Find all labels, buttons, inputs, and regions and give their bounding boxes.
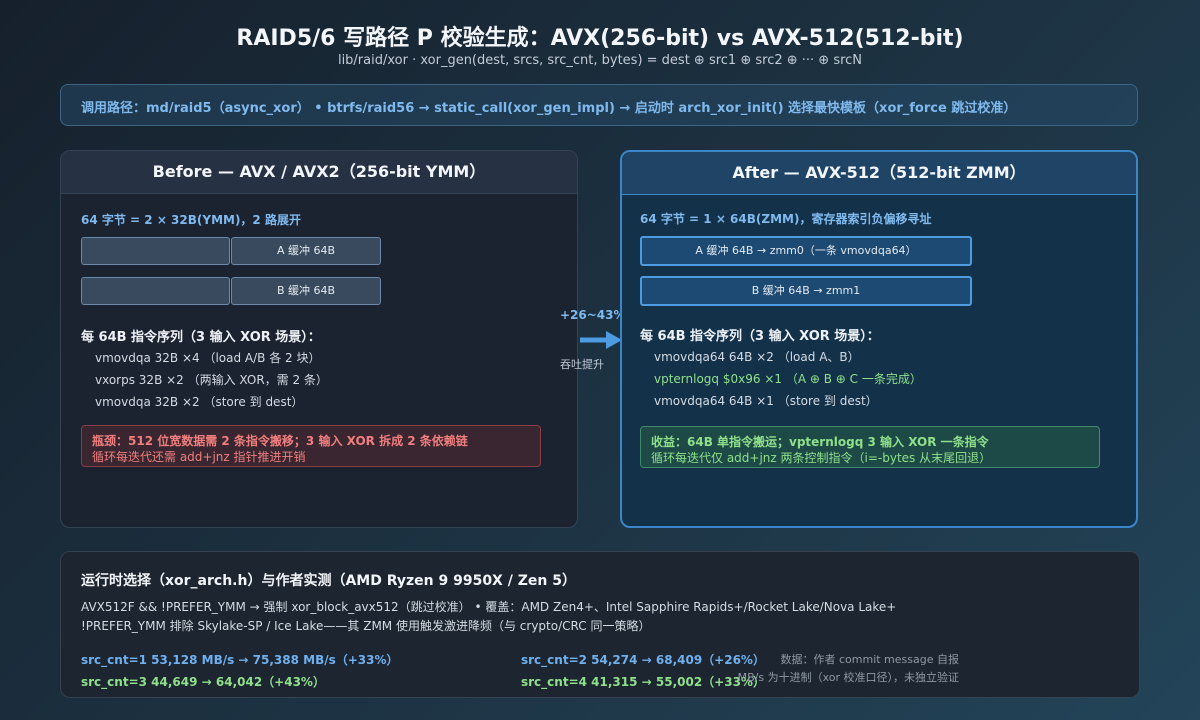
- before-seq-line: vxorps 32B ×2 （两输入 XOR，需 2 条）: [95, 373, 328, 387]
- benefit-callout: 收益：64B 单指令搬运；vpternlogq 3 输入 XOR 一条指令 循环…: [640, 426, 1100, 468]
- runtime-line-2: !PREFER_YMM 排除 Skylake-SP / Ice Lake——其 …: [81, 619, 651, 633]
- before-panel-header: Before — AVX / AVX2（256-bit YMM）: [61, 151, 577, 194]
- benchmark-result: src_cnt=2 54,274 → 68,409（+26%）: [521, 653, 765, 667]
- after-buffer-b: B 缓冲 64B → zmm1: [640, 276, 972, 306]
- benchmark-result: src_cnt=4 41,315 → 55,002（+33%）: [521, 675, 765, 689]
- page-title: RAID5/6 写路径 P 校验生成：AVX(256-bit) vs AVX-5…: [236, 26, 964, 51]
- after-seq-line-highlight: vpternlogq $0x96 ×1 （A ⊕ B ⊕ C 一条完成）: [654, 372, 922, 386]
- before-seq-line: vmovdqa 32B ×4 （load A/B 各 2 块）: [95, 351, 321, 365]
- runtime-selection-panel: 运行时选择（xor_arch.h）与作者实测（AMD Ryzen 9 9950X…: [60, 551, 1140, 698]
- call-path-text: 调用路径：md/raid5（async_xor） • btrfs/raid56 …: [81, 101, 1017, 116]
- benchmark-result: src_cnt=1 53,128 MB/s → 75,388 MB/s（+33%…: [81, 653, 399, 667]
- runtime-section-title: 运行时选择（xor_arch.h）与作者实测（AMD Ryzen 9 9950X…: [81, 573, 576, 589]
- after-seq-title: 每 64B 指令序列（3 输入 XOR 场景）：: [640, 329, 880, 344]
- bottleneck-line-1: 瓶颈：512 位宽数据需 2 条指令搬移；3 输入 XOR 拆成 2 条依赖链: [92, 434, 468, 448]
- before-buffer-a-half2: A 缓冲 64B: [231, 237, 381, 265]
- benchmark-result: src_cnt=3 44,649 → 64,042（+43%）: [81, 675, 325, 689]
- before-buffer-b-half1: [81, 277, 230, 305]
- benefit-line-1: 收益：64B 单指令搬运；vpternlogq 3 输入 XOR 一条指令: [651, 435, 989, 449]
- page-subtitle: lib/raid/xor · xor_gen(dest, srcs, src_c…: [337, 53, 863, 68]
- before-seq-line: vmovdqa 32B ×2 （store 到 dest）: [95, 395, 304, 409]
- before-buffer-b-half2: B 缓冲 64B: [231, 277, 381, 305]
- after-layout-label: 64 字节 = 1 × 64B(ZMM)，寄存器索引负偏移寻址: [640, 212, 932, 226]
- before-buffer-a-half1: [81, 237, 230, 265]
- before-layout-label: 64 字节 = 2 × 32B(YMM)，2 路展开: [81, 213, 301, 227]
- after-panel: After — AVX-512（512-bit ZMM） 64 字节 = 1 ×…: [620, 150, 1138, 528]
- bottleneck-line-2: 循环每迭代还需 add+jnz 指针推进开销: [92, 450, 306, 464]
- right-arrow-icon: [580, 331, 622, 349]
- after-panel-header: After — AVX-512（512-bit ZMM）: [622, 152, 1136, 195]
- before-seq-title: 每 64B 指令序列（3 输入 XOR 场景）：: [81, 330, 321, 345]
- before-panel: Before — AVX / AVX2（256-bit YMM） 64 字节 =…: [60, 150, 578, 528]
- bottleneck-callout: 瓶颈：512 位宽数据需 2 条指令搬移；3 输入 XOR 拆成 2 条依赖链 …: [81, 425, 541, 467]
- after-seq-line: vmovdqa64 64B ×2 （load A、B）: [654, 350, 860, 364]
- call-path-banner: 调用路径：md/raid5（async_xor） • btrfs/raid56 …: [60, 84, 1138, 126]
- after-buffer-a: A 缓冲 64B → zmm0（一条 vmovdqa64）: [640, 236, 972, 266]
- benefit-line-2: 循环每迭代仅 add+jnz 两条控制指令（i=-bytes 从末尾回退）: [651, 451, 992, 465]
- runtime-line-1: AVX512F && !PREFER_YMM → 强制 xor_block_av…: [81, 600, 897, 614]
- after-seq-line: vmovdqa64 64B ×1 （store 到 dest）: [654, 394, 878, 408]
